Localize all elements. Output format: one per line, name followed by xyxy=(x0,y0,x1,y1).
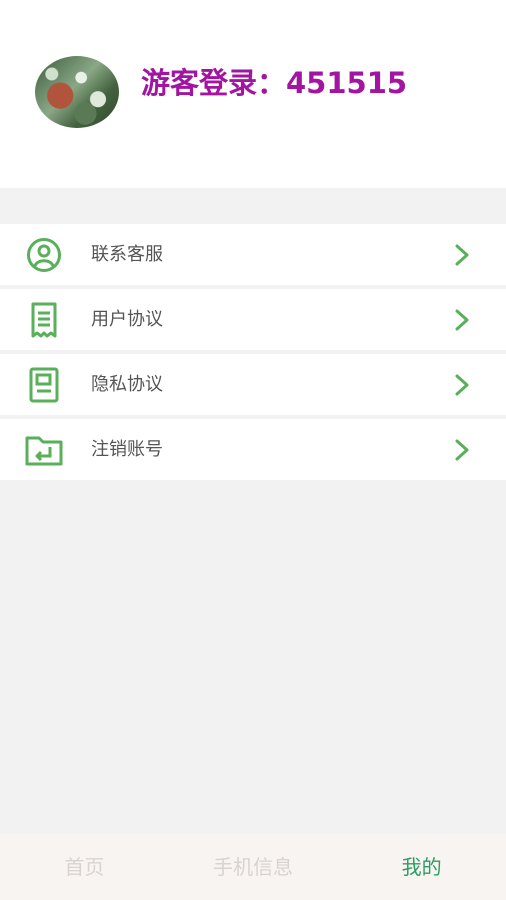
profile-header: 游客登录：451515 xyxy=(0,0,506,188)
menu-item-cancel-account[interactable]: 注销账号 xyxy=(0,419,506,480)
tab-home[interactable]: 首页 xyxy=(0,834,169,900)
chevron-right-icon xyxy=(455,439,469,461)
menu-item-label: 隐私协议 xyxy=(91,374,163,395)
avatar[interactable] xyxy=(35,56,119,128)
tab-mine[interactable]: 我的 xyxy=(337,834,506,900)
menu-item-label: 注销账号 xyxy=(91,439,163,460)
username-label: 游客登录：451515 xyxy=(141,66,408,100)
user-circle-icon xyxy=(27,238,61,272)
menu-item-user-agreement[interactable]: 用户协议 xyxy=(0,289,506,350)
menu-item-customer-service[interactable]: 联系客服 xyxy=(0,224,506,285)
document-icon xyxy=(29,367,59,403)
chevron-right-icon xyxy=(455,309,469,331)
menu-item-label: 联系客服 xyxy=(91,244,163,265)
settings-menu: 联系客服 用户协议 隐私协议 注销账号 xyxy=(0,224,506,484)
folder-return-icon xyxy=(25,436,63,466)
chevron-right-icon xyxy=(455,374,469,396)
receipt-icon xyxy=(31,302,57,338)
menu-item-privacy-policy[interactable]: 隐私协议 xyxy=(0,354,506,415)
chevron-right-icon xyxy=(455,244,469,266)
menu-item-label: 用户协议 xyxy=(91,309,163,330)
tab-phone-info[interactable]: 手机信息 xyxy=(169,834,338,900)
bottom-tab-bar: 首页 手机信息 我的 xyxy=(0,834,506,900)
